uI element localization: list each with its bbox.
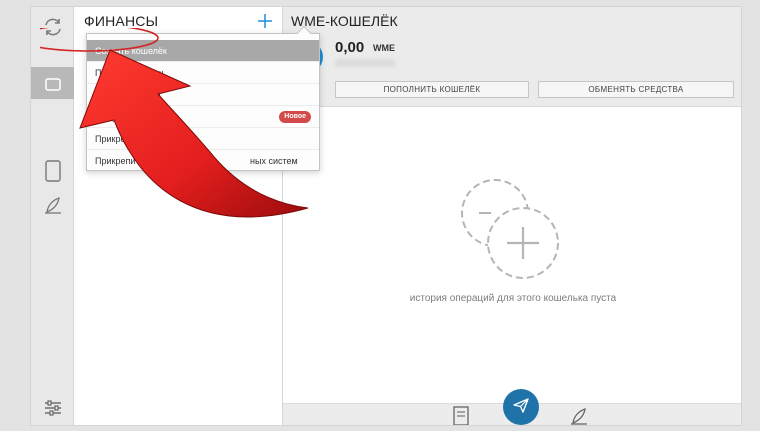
empty-history-text: история операций для этого кошелька пуст… (409, 293, 617, 304)
screenshot-frame: ФИНАНСЫ Создать кошелёк Прикрепить ваш З… (0, 0, 760, 431)
finance-panel: ФИНАНСЫ Создать кошелёк Прикрепить ваш З… (74, 7, 320, 425)
wallet-currency: WME (373, 43, 395, 53)
empty-history-illustration (459, 173, 569, 283)
refresh-icon[interactable] (37, 11, 68, 42)
menu-item-label: Прикрепить ваш (95, 68, 164, 78)
send-icon (512, 396, 530, 419)
menu-item-attach[interactable]: Прикрепить ваш (87, 62, 319, 84)
plus-icon[interactable] (255, 11, 275, 31)
menu-item-label: Заказать новую (95, 90, 161, 100)
send-button[interactable] (503, 389, 539, 425)
card-icon[interactable] (37, 155, 68, 186)
menu-item-issue[interactable]: Выпустить ви Новое (87, 106, 319, 128)
finance-title: ФИНАНСЫ (84, 13, 159, 29)
add-menu-dropdown: Создать кошелёк Прикрепить ваш Заказать … (86, 25, 320, 172)
wallet-pane: WME-КОШЕЛЁК E 0,00 WME ПОПОЛНИТЬ КОШЕЛЁК… (283, 7, 741, 425)
shield-icon[interactable] (37, 189, 68, 220)
menu-item-create-wallet[interactable]: Создать кошелёк (87, 40, 319, 62)
menu-item-attach-electronic[interactable]: Прикрепить электр ных систем (87, 150, 319, 172)
wallet-header: WME-КОШЕЛЁК E 0,00 WME ПОПОЛНИТЬ КОШЕЛЁК… (283, 7, 741, 107)
menu-item-label: Прикрепить электр (95, 156, 175, 166)
wallet-icon[interactable] (37, 68, 68, 99)
shield-icon[interactable] (567, 404, 591, 425)
menu-item-attach-2[interactable]: Прикрепить (87, 128, 319, 150)
topup-button[interactable]: ПОПОЛНИТЬ КОШЕЛЁК (335, 81, 529, 98)
settings-sliders-icon[interactable] (37, 392, 68, 423)
wallet-balance: 0,00 (335, 39, 365, 56)
menu-item-label-tail: ных систем (250, 156, 298, 166)
exchange-button[interactable]: ОБМЕНЯТЬ СРЕДСТВА (538, 81, 734, 98)
wallet-title: WME-КОШЕЛЁК (291, 13, 398, 29)
new-badge: Новое (279, 111, 311, 123)
icon-rail (31, 7, 74, 425)
invoice-icon[interactable] (449, 404, 473, 425)
menu-item-label: Прикрепить (95, 134, 145, 144)
menu-item-label: Выпустить ви (95, 112, 152, 122)
app-window: ФИНАНСЫ Создать кошелёк Прикрепить ваш З… (30, 6, 742, 426)
wallet-number-blurred (335, 59, 395, 67)
menu-item-label: Создать кошелёк (95, 46, 167, 56)
menu-item-order-new[interactable]: Заказать новую (87, 84, 319, 106)
